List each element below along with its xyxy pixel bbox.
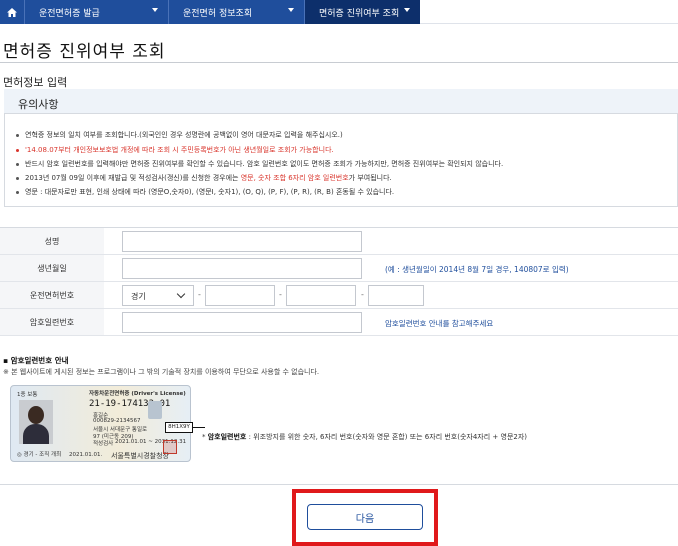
guide-description: ※ 본 웹사이트에 게시된 정보는 프로그램이나 그 밖의 기술적 장치를 이용…	[3, 368, 320, 376]
form-row-serial: 암호일련번호 암호일련번호 안내를 참고해주세요	[0, 309, 678, 336]
region-select[interactable]: 경기	[122, 285, 194, 306]
serial-label: 암호일련번호	[0, 309, 104, 335]
footer-divider	[0, 484, 678, 485]
card-period-label: 적성검사	[93, 441, 114, 447]
form-row-birth: 생년월일 (예 : 생년월일이 2014년 8월 7일 경우, 140807로 …	[0, 255, 678, 282]
page-title: 면허증 진위여부 조회	[3, 42, 166, 62]
separator: -	[361, 290, 364, 299]
notice-line: '14.08.07부터 개인정보보호법 개정에 따라 조회 시 주민등록번호가 …	[16, 145, 334, 155]
license-number-part4[interactable]	[368, 285, 424, 306]
chevron-down-icon	[176, 289, 186, 299]
notice-line: 영문 : 대문자로만 표현, 인쇄 상태에 따라 (영문O,숫자0), (영문I…	[16, 187, 394, 197]
form-row-name: 성명	[0, 228, 678, 255]
home-icon	[7, 7, 17, 17]
chevron-down-icon	[288, 8, 294, 12]
separator: -	[198, 290, 201, 299]
license-form: 성명 생년월일 (예 : 생년월일이 2014년 8월 7일 경우, 14080…	[0, 227, 678, 336]
card-left-note: 1종 보통	[17, 392, 38, 398]
title-divider	[0, 62, 678, 63]
serial-input[interactable]	[122, 312, 362, 333]
chevron-down-icon	[152, 8, 158, 12]
separator: -	[279, 290, 282, 299]
notice-heading: 유의사항	[18, 98, 59, 111]
form-row-license: 운전면허번호 경기 - - -	[0, 282, 678, 309]
guide-title: ▪ 암호일련번호 안내	[3, 356, 69, 365]
seal-icon	[163, 440, 177, 454]
bullet-icon	[16, 162, 19, 166]
card-bottom-note: ◎ 경기 - 조직 개최	[17, 452, 62, 458]
notice-line: 반드시 암호 일련번호를 입력해야만 면허증 진위여부를 확인할 수 있습니다.…	[16, 159, 503, 169]
card-header: 자동차운전면허증 (Driver's License)	[89, 391, 186, 397]
card-id: 000829-2134567	[93, 418, 141, 424]
license-number-part3[interactable]	[286, 285, 356, 306]
nav-license-issue[interactable]: 운전면허증 발급	[24, 0, 168, 24]
birth-hint: (예 : 생년월일이 2014년 8월 7일 경우, 140807로 입력)	[385, 265, 569, 274]
license-number-part2[interactable]	[205, 285, 275, 306]
birth-input[interactable]	[122, 258, 362, 279]
card-issue-date: 2021.01.01.	[69, 452, 103, 458]
serial-highlight: 8H1X9Y	[165, 422, 193, 433]
annotation-highlight-frame	[292, 489, 438, 546]
notice-line: 연혁증 정보의 일치 여부를 조회합니다.(외국인인 경우 성명란에 공백없이 …	[16, 130, 343, 140]
top-navigation: 운전면허증 발급 운전면허 정보조회 면허증 진위여부 조회	[0, 0, 678, 24]
chevron-down-icon	[404, 8, 410, 12]
serial-caption: * 암호일련번호 : 위조방지를 위한 숫자, 6자리 번호(숫자와 영문 혼합…	[202, 433, 528, 441]
serial-hint: 암호일련번호 안내를 참고해주세요	[385, 319, 494, 328]
birth-label: 생년월일	[0, 255, 104, 281]
pointer-line	[193, 427, 205, 428]
license-label: 운전면허번호	[0, 282, 104, 308]
nav-license-verify[interactable]: 면허증 진위여부 조회	[304, 0, 420, 24]
mini-photo-icon	[148, 401, 162, 419]
bullet-icon	[16, 176, 19, 180]
name-label: 성명	[0, 228, 104, 254]
bullet-icon	[16, 148, 19, 152]
name-input[interactable]	[122, 231, 362, 252]
home-button[interactable]	[0, 0, 24, 24]
nav-license-info[interactable]: 운전면허 정보조회	[168, 0, 304, 24]
section-title: 면허정보 입력	[3, 76, 68, 89]
bullet-icon	[16, 133, 19, 137]
notice-header	[4, 89, 678, 114]
notice-line: 2013년 07월 09일 이후에 재발급 및 적성검사(갱신)를 신청한 경우…	[16, 173, 392, 183]
photo-icon	[19, 400, 53, 444]
bullet-icon	[16, 190, 19, 194]
card-issuer: 서울특별시경찰청장	[111, 452, 169, 460]
